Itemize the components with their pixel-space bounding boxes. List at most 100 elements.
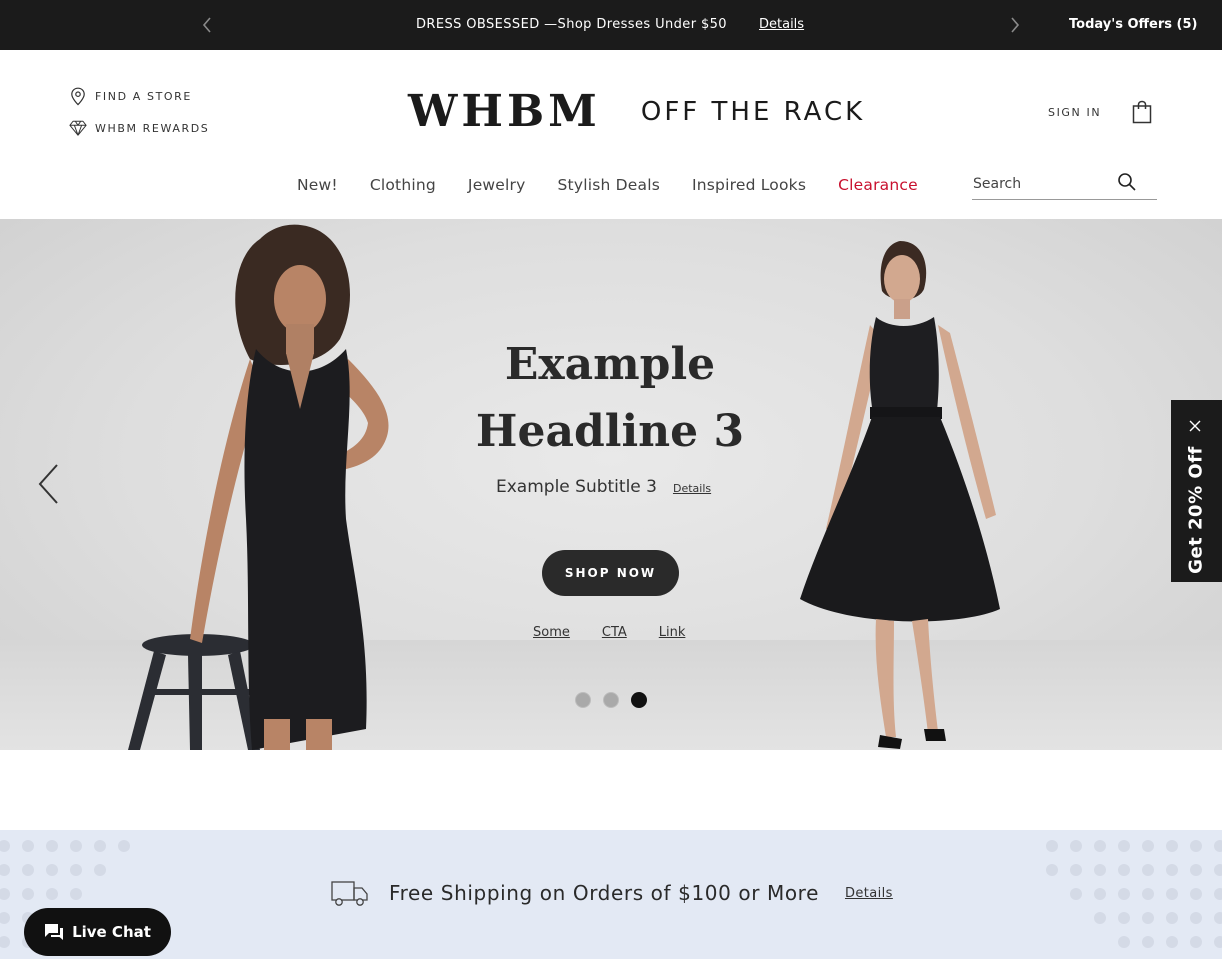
whbm-rewards-label: WHBM REWARDS bbox=[95, 121, 210, 135]
decorative-dot bbox=[0, 864, 10, 876]
chevron-left-icon bbox=[38, 464, 58, 504]
truck-icon bbox=[331, 881, 368, 906]
decorative-dot bbox=[94, 840, 106, 852]
live-chat-button[interactable]: Live Chat bbox=[24, 908, 171, 956]
promo-message: DRESS OBSESSED —Shop Dresses Under $50 bbox=[416, 17, 727, 32]
decorative-dot bbox=[1214, 888, 1222, 900]
decorative-dot bbox=[1166, 888, 1178, 900]
decorative-dot bbox=[1046, 840, 1058, 852]
shipping-details-link[interactable]: Details bbox=[845, 886, 893, 901]
decorative-dot bbox=[1166, 936, 1178, 948]
decorative-dot bbox=[22, 864, 34, 876]
decorative-dot bbox=[0, 936, 10, 948]
decorative-dot bbox=[1214, 912, 1222, 924]
decorative-dot bbox=[1190, 936, 1202, 948]
decorative-dot bbox=[1190, 864, 1202, 876]
decorative-dot bbox=[1166, 864, 1178, 876]
decorative-dots-right bbox=[1040, 830, 1222, 959]
decorative-dot bbox=[1190, 840, 1202, 852]
decorative-dot bbox=[1166, 840, 1178, 852]
nav-item-clothing[interactable]: Clothing bbox=[370, 176, 436, 194]
decorative-dot bbox=[1094, 864, 1106, 876]
hero-model-right-image bbox=[800, 241, 1000, 749]
chevron-right-icon bbox=[1011, 17, 1020, 33]
decorative-dot bbox=[22, 840, 34, 852]
decorative-dot bbox=[1070, 888, 1082, 900]
decorative-dot bbox=[1070, 840, 1082, 852]
chat-icon bbox=[45, 924, 64, 940]
hero-subtitle-row: Example Subtitle 3 Details bbox=[496, 477, 711, 497]
cta-link-some[interactable]: Some bbox=[533, 625, 570, 640]
main-nav: New! Clothing Jewelry Stylish Deals Insp… bbox=[297, 176, 950, 194]
hero-prev-button[interactable] bbox=[36, 463, 62, 505]
sign-in-link[interactable]: SIGN IN bbox=[1048, 106, 1101, 119]
whbm-rewards-link[interactable]: WHBM REWARDS bbox=[69, 118, 209, 138]
shipping-message: Free Shipping on Orders of $100 or More … bbox=[331, 878, 893, 908]
cta-link-cta[interactable]: CTA bbox=[602, 625, 627, 640]
decorative-dot bbox=[0, 888, 10, 900]
hero-banner: Example Headline 3 Example Subtitle 3 De… bbox=[0, 219, 1222, 750]
find-a-store-label: FIND A STORE bbox=[95, 89, 192, 103]
logo-off-the-rack: OFF THE RACK bbox=[640, 97, 866, 127]
search-input[interactable] bbox=[972, 170, 1112, 198]
promo-prev-button[interactable] bbox=[197, 14, 217, 36]
chevron-left-icon bbox=[202, 17, 211, 33]
carousel-dot-3[interactable] bbox=[631, 692, 647, 708]
decorative-dot bbox=[70, 864, 82, 876]
decorative-dot bbox=[1142, 936, 1154, 948]
search-icon bbox=[1118, 173, 1136, 191]
decorative-dot bbox=[22, 888, 34, 900]
search-box bbox=[972, 170, 1157, 200]
close-icon bbox=[1189, 420, 1201, 432]
nav-item-new[interactable]: New! bbox=[297, 176, 338, 194]
promo-next-button[interactable] bbox=[1005, 14, 1025, 36]
hero-model-left-image bbox=[128, 224, 389, 750]
decorative-dot bbox=[1118, 864, 1130, 876]
close-button[interactable] bbox=[1188, 418, 1202, 432]
decorative-dot bbox=[1118, 936, 1130, 948]
decorative-dot bbox=[1214, 864, 1222, 876]
carousel-dot-2[interactable] bbox=[603, 692, 619, 708]
location-pin-icon bbox=[69, 86, 87, 106]
decorative-dot bbox=[1094, 840, 1106, 852]
decorative-dot bbox=[1142, 912, 1154, 924]
find-a-store-link[interactable]: FIND A STORE bbox=[69, 86, 192, 106]
decorative-dot bbox=[70, 888, 82, 900]
promo-details-link[interactable]: Details bbox=[759, 17, 804, 32]
free-shipping-banner: Free Shipping on Orders of $100 or More … bbox=[0, 830, 1222, 959]
hero-details-link[interactable]: Details bbox=[673, 482, 711, 495]
nav-item-jewelry[interactable]: Jewelry bbox=[468, 176, 526, 194]
nav-item-clearance[interactable]: Clearance bbox=[838, 176, 918, 194]
nav-item-stylish-deals[interactable]: Stylish Deals bbox=[558, 176, 660, 194]
decorative-dot bbox=[94, 864, 106, 876]
hero-headline: Example Headline 3 bbox=[475, 339, 745, 457]
search-button[interactable] bbox=[1117, 172, 1137, 192]
shopping-bag-button[interactable] bbox=[1132, 100, 1152, 124]
shop-now-button[interactable]: SHOP NOW bbox=[542, 550, 679, 596]
cta-link-link[interactable]: Link bbox=[659, 625, 686, 640]
decorative-dot bbox=[0, 840, 10, 852]
decorative-dot bbox=[1118, 912, 1130, 924]
diamond-icon bbox=[69, 118, 87, 138]
live-chat-label: Live Chat bbox=[72, 923, 151, 941]
decorative-dot bbox=[1070, 864, 1082, 876]
decorative-dot bbox=[1190, 912, 1202, 924]
site-logo[interactable]: WHBM OFF THE RACK bbox=[408, 86, 862, 137]
hero-subtitle: Example Subtitle 3 bbox=[496, 477, 657, 497]
decorative-dot bbox=[1142, 840, 1154, 852]
decorative-dot bbox=[1166, 912, 1178, 924]
decorative-dot bbox=[1142, 888, 1154, 900]
todays-offers-link[interactable]: Today's Offers (5) bbox=[1069, 17, 1197, 32]
decorative-dot bbox=[1214, 840, 1222, 852]
decorative-dot bbox=[1094, 912, 1106, 924]
decorative-dot bbox=[0, 912, 10, 924]
discount-side-tab[interactable]: Get 20% Off bbox=[1171, 400, 1222, 582]
nav-item-inspired-looks[interactable]: Inspired Looks bbox=[692, 176, 806, 194]
shipping-text: Free Shipping on Orders of $100 or More bbox=[389, 881, 819, 905]
carousel-dot-1[interactable] bbox=[575, 692, 591, 708]
decorative-dot bbox=[1142, 864, 1154, 876]
decorative-dot bbox=[46, 840, 58, 852]
decorative-dot bbox=[1118, 840, 1130, 852]
decorative-dot bbox=[1094, 888, 1106, 900]
logo-whbm: WHBM bbox=[408, 86, 601, 137]
